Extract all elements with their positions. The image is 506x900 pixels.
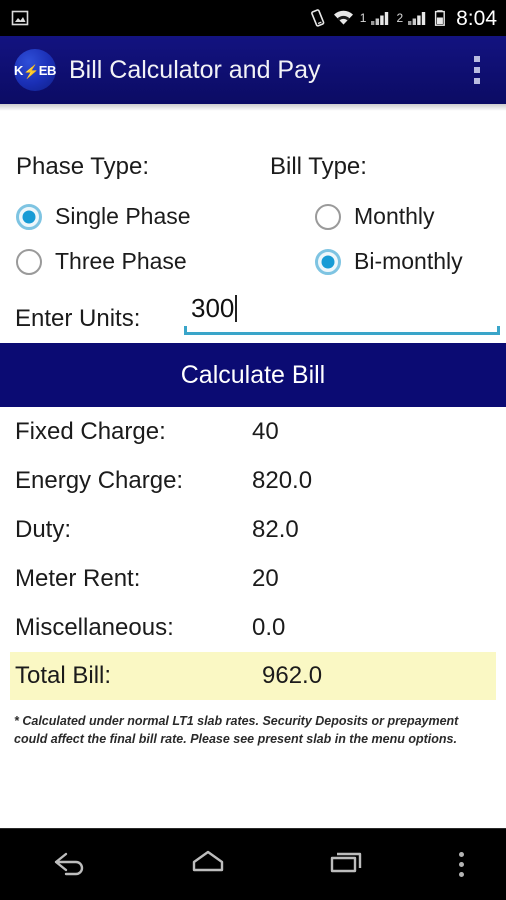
sim2-signal-icon	[406, 8, 428, 28]
radio-bi-monthly-label: Bi-monthly	[354, 248, 463, 274]
phone-screen: 1 2 8:04 K⚡EB Bill Calculator and Pay Ph…	[0, 0, 506, 900]
result-row-duty: Duty: 82.0	[0, 505, 506, 554]
logo-prefix: K	[13, 62, 23, 78]
calculate-bill-label: Calculate Bill	[180, 360, 326, 389]
radio-three-phase-indicator[interactable]	[16, 248, 42, 275]
image-icon	[10, 8, 30, 28]
radio-three-phase[interactable]: Three Phase	[16, 239, 268, 284]
app-logo-icon: K⚡EB	[14, 49, 56, 91]
bill-type-label: Bill Type:	[270, 153, 367, 180]
result-value: 0.0	[252, 613, 286, 641]
status-bar-notifications	[10, 8, 30, 28]
result-row-energy-charge: Energy Charge: 820.0	[0, 456, 506, 505]
wifi-icon	[332, 8, 355, 28]
logo-suffix: EB	[38, 62, 57, 78]
app-bar-shadow	[0, 104, 506, 111]
nav-back-button[interactable]	[0, 829, 139, 900]
sim1-label: 1	[359, 11, 367, 25]
radio-bi-monthly-indicator[interactable]	[315, 248, 341, 275]
text-cursor	[235, 295, 238, 322]
status-bar-system-icons: 1 2 8:04	[308, 8, 497, 29]
system-navigation-bar	[0, 828, 506, 900]
calculate-bill-button[interactable]: Calculate Bill	[0, 343, 506, 407]
result-row-total-bill: Total Bill: 962.0	[10, 652, 496, 700]
radio-monthly[interactable]: Monthly	[270, 194, 506, 239]
overflow-menu-icon	[458, 852, 464, 877]
radio-single-phase-label: Single Phase	[55, 203, 191, 229]
result-label: Miscellaneous:	[15, 613, 174, 641]
units-input-value: 300	[191, 293, 235, 323]
result-row-meter-rent: Meter Rent: 20	[0, 554, 506, 603]
result-label: Duty:	[15, 515, 72, 543]
app-logo-text: K⚡EB	[13, 62, 57, 79]
result-value: 820.0	[252, 466, 313, 494]
bolt-icon: ⚡	[22, 63, 39, 79]
total-bill-label: Total Bill:	[15, 662, 112, 689]
result-row-fixed-charge: Fixed Charge: 40	[0, 407, 506, 456]
back-icon	[46, 845, 92, 884]
sim1-signal-icon	[369, 8, 391, 28]
overflow-dot	[474, 78, 480, 84]
radio-single-phase[interactable]: Single Phase	[16, 194, 268, 239]
phase-type-group: Phase Type: Single Phase Three Phase	[0, 155, 268, 284]
footnote-text: * Calculated under normal LT1 slab rates…	[14, 714, 459, 746]
sim2-label: 2	[396, 11, 404, 25]
vibrate-icon	[308, 8, 327, 28]
overflow-dot	[458, 872, 464, 877]
result-value: 82.0	[252, 515, 299, 543]
page-title: Bill Calculator and Pay	[69, 55, 321, 84]
status-bar: 1 2 8:04	[0, 0, 506, 36]
enter-units-label: Enter Units:	[15, 305, 141, 332]
app-bar-overflow-menu-icon[interactable]	[462, 50, 492, 90]
home-icon	[185, 845, 231, 884]
main-content: Phase Type: Single Phase Three Phase Bil…	[0, 111, 506, 828]
overflow-dot	[458, 852, 464, 857]
radio-three-phase-label: Three Phase	[55, 248, 187, 274]
nav-home-button[interactable]	[139, 829, 278, 900]
result-label: Meter Rent:	[15, 564, 141, 592]
result-value: 20	[252, 564, 279, 592]
overflow-dot	[474, 56, 480, 62]
result-row-miscellaneous: Miscellaneous: 0.0	[0, 603, 506, 652]
overflow-dot	[474, 67, 480, 73]
status-bar-clock: 8:04	[456, 6, 497, 30]
recents-icon	[324, 845, 370, 884]
app-bar: K⚡EB Bill Calculator and Pay	[0, 36, 506, 104]
radio-monthly-indicator[interactable]	[315, 203, 341, 230]
radio-monthly-label: Monthly	[354, 203, 435, 229]
nav-overflow-menu-button[interactable]	[416, 829, 506, 900]
type-selection-section: Phase Type: Single Phase Three Phase Bil…	[0, 155, 506, 284]
radio-bi-monthly[interactable]: Bi-monthly	[270, 239, 506, 284]
result-value: 40	[252, 417, 279, 445]
result-label: Energy Charge:	[15, 466, 184, 494]
bill-type-group: Bill Type: Monthly Bi-monthly	[268, 155, 506, 284]
overflow-dot	[458, 862, 464, 867]
battery-icon	[433, 8, 447, 28]
enter-units-row: Enter Units: 300	[0, 293, 506, 345]
units-input-underline	[184, 326, 500, 335]
units-input[interactable]: 300	[184, 291, 500, 339]
result-label: Fixed Charge:	[15, 417, 166, 445]
total-bill-value: 962.0	[262, 662, 323, 689]
nav-recents-button[interactable]	[277, 829, 416, 900]
phase-type-label: Phase Type:	[16, 153, 149, 180]
radio-single-phase-indicator[interactable]	[16, 203, 42, 230]
results-list: Fixed Charge: 40 Energy Charge: 820.0 Du…	[0, 407, 506, 700]
